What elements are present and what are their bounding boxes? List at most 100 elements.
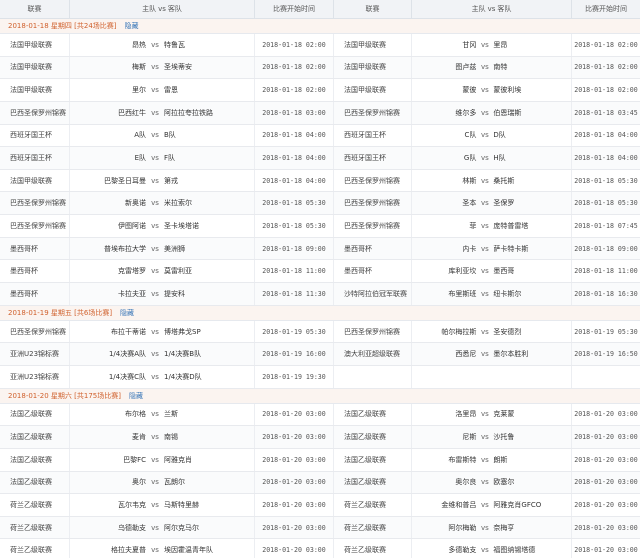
league-cell[interactable]: 法国乙级联赛 bbox=[0, 448, 70, 471]
home-team-2[interactable]: 布里斯班 bbox=[412, 289, 476, 299]
home-team[interactable]: 麦肯 bbox=[78, 432, 146, 442]
home-team[interactable]: 克雷塔罗 bbox=[78, 266, 146, 276]
match-cell[interactable]: 梅斯 vs 圣埃蒂安 bbox=[70, 56, 255, 79]
away-team-2[interactable]: 奈梅亨 bbox=[493, 523, 571, 533]
league-name-2[interactable]: 法国甲级联赛 bbox=[344, 40, 386, 50]
league-cell-2[interactable]: 巴西圣保罗州锦赛 bbox=[334, 320, 412, 343]
home-team-2[interactable]: 阿尔梅勒 bbox=[412, 523, 476, 533]
league-name[interactable]: 巴西圣保罗州锦赛 bbox=[10, 221, 66, 231]
match-cell[interactable]: 布拉干蒂诺 vs 博塔弗戈SP bbox=[70, 320, 255, 343]
away-team-2[interactable]: 圣保罗 bbox=[493, 198, 571, 208]
home-team-2[interactable]: 内卡 bbox=[412, 244, 476, 254]
away-team[interactable]: 埃因霍温青年队 bbox=[164, 545, 246, 555]
away-team[interactable]: 南锡 bbox=[164, 432, 246, 442]
hide-day-link[interactable]: 隐藏 bbox=[120, 308, 134, 318]
away-team-2[interactable]: 纽卡斯尔 bbox=[493, 289, 571, 299]
home-team[interactable]: 卡拉夫亚 bbox=[78, 289, 146, 299]
away-team[interactable]: 莫雷利亚 bbox=[164, 266, 246, 276]
away-team[interactable]: F队 bbox=[164, 153, 246, 163]
league-name[interactable]: 亚洲U23锦标赛 bbox=[10, 349, 59, 359]
league-name-2[interactable]: 荷兰乙级联赛 bbox=[344, 523, 386, 533]
away-team-2[interactable]: 墨尔本胜利 bbox=[493, 349, 571, 359]
away-team[interactable]: 提安科 bbox=[164, 289, 246, 299]
league-name-2[interactable]: 沙特阿拉伯冠军联赛 bbox=[344, 289, 407, 299]
away-team-2[interactable]: 蒙彼利埃 bbox=[493, 85, 571, 95]
league-name-2[interactable]: 法国乙级联赛 bbox=[344, 455, 386, 465]
home-team[interactable]: 瓦尔韦克 bbox=[78, 500, 146, 510]
match-cell-2[interactable]: 尼斯 vs 沙托鲁 bbox=[412, 426, 572, 448]
match-cell[interactable]: 伊图阿诺 vs 圣卡埃塔诺 bbox=[70, 215, 255, 237]
league-name[interactable]: 巴西圣保罗州锦赛 bbox=[10, 108, 66, 118]
league-name[interactable]: 法国甲级联赛 bbox=[10, 62, 52, 72]
home-team-2[interactable]: 维尔多 bbox=[412, 108, 476, 118]
home-team-2[interactable]: 图卢兹 bbox=[412, 62, 476, 72]
league-cell-2[interactable]: 巴西圣保罗州锦赛 bbox=[334, 215, 412, 237]
league-cell[interactable]: 亚洲U23锦标赛 bbox=[0, 365, 70, 388]
league-cell-2[interactable]: 西班牙国王杯 bbox=[334, 124, 412, 147]
league-name-2[interactable]: 巴西圣保罗州锦赛 bbox=[344, 221, 400, 231]
match-cell[interactable]: E队 vs F队 bbox=[70, 147, 255, 169]
away-team[interactable]: 瓦朗尔 bbox=[164, 477, 246, 487]
home-team[interactable]: 乌德勒支 bbox=[78, 523, 146, 533]
away-team[interactable]: B队 bbox=[164, 130, 246, 140]
away-team[interactable]: 第戎 bbox=[164, 176, 246, 186]
home-team-2[interactable]: 洛里昂 bbox=[412, 409, 476, 419]
away-team-2[interactable]: 墨西哥 bbox=[493, 266, 571, 276]
league-name-2[interactable]: 西班牙国王杯 bbox=[344, 153, 386, 163]
away-team[interactable]: 马斯特里赫 bbox=[164, 500, 246, 510]
match-cell-2[interactable]: 奥尔良 vs 欧塞尔 bbox=[412, 471, 572, 494]
match-cell[interactable]: 瓦尔韦克 vs 马斯特里赫 bbox=[70, 494, 255, 516]
league-cell[interactable]: 法国甲级联赛 bbox=[0, 56, 70, 79]
home-team-2[interactable]: 奥尔良 bbox=[412, 477, 476, 487]
league-cell[interactable]: 墨西哥杯 bbox=[0, 260, 70, 283]
league-cell-2[interactable]: 巴西圣保罗州锦赛 bbox=[334, 169, 412, 192]
match-cell-2[interactable] bbox=[412, 365, 572, 388]
match-cell-2[interactable]: 阿尔梅勒 vs 奈梅亨 bbox=[412, 516, 572, 539]
home-team-2[interactable]: 林斯 bbox=[412, 176, 476, 186]
match-cell[interactable]: 里尔 vs 雷恩 bbox=[70, 79, 255, 101]
home-team[interactable]: 梅斯 bbox=[78, 62, 146, 72]
league-cell[interactable]: 荷兰乙级联赛 bbox=[0, 494, 70, 516]
home-team[interactable]: 1/4决赛A队 bbox=[78, 349, 146, 359]
league-name-2[interactable]: 墨西哥杯 bbox=[344, 266, 372, 276]
match-cell[interactable]: 新奥诺 vs 米拉索尔 bbox=[70, 192, 255, 215]
away-team[interactable]: 博塔弗戈SP bbox=[164, 327, 246, 337]
league-name[interactable]: 荷兰乙级联赛 bbox=[10, 500, 52, 510]
home-team-2[interactable]: 布雷斯特 bbox=[412, 455, 476, 465]
match-cell-2[interactable]: G队 vs H队 bbox=[412, 147, 572, 169]
league-name-2[interactable]: 法国乙级联赛 bbox=[344, 432, 386, 442]
league-name-2[interactable]: 法国乙级联赛 bbox=[344, 409, 386, 419]
league-name[interactable]: 荷兰乙级联赛 bbox=[10, 523, 52, 533]
league-name[interactable]: 法国乙级联赛 bbox=[10, 455, 52, 465]
away-team-2[interactable]: 朗斯 bbox=[493, 455, 571, 465]
away-team[interactable]: 1/4决赛B队 bbox=[164, 349, 246, 359]
match-cell[interactable]: 乌德勒支 vs 阿尔克马尔 bbox=[70, 516, 255, 539]
home-team-2[interactable]: G队 bbox=[412, 153, 476, 163]
away-team[interactable]: 阿雅克肖 bbox=[164, 455, 246, 465]
home-team-2[interactable]: 菲 bbox=[412, 221, 476, 231]
league-name-2[interactable]: 巴西圣保罗州锦赛 bbox=[344, 327, 400, 337]
league-cell[interactable]: 巴西圣保罗州锦赛 bbox=[0, 215, 70, 237]
home-team[interactable]: 1/4决赛C队 bbox=[78, 372, 146, 382]
league-cell-2[interactable]: 墨西哥杯 bbox=[334, 237, 412, 260]
away-team[interactable]: 特鲁瓦 bbox=[164, 40, 246, 50]
home-team[interactable]: 巴黎圣日耳曼 bbox=[78, 176, 146, 186]
league-name[interactable]: 墨西哥杯 bbox=[10, 266, 38, 276]
league-cell-2[interactable] bbox=[334, 365, 412, 388]
away-team-2[interactable]: 沙托鲁 bbox=[493, 432, 571, 442]
league-name[interactable]: 西班牙国王杯 bbox=[10, 130, 52, 140]
league-cell[interactable]: 荷兰乙级联赛 bbox=[0, 516, 70, 539]
league-name-2[interactable]: 西班牙国王杯 bbox=[344, 130, 386, 140]
home-team[interactable]: 奥尔 bbox=[78, 477, 146, 487]
match-cell[interactable]: 普埃布拉大学 vs 美洲狮 bbox=[70, 237, 255, 260]
league-name[interactable]: 荷兰乙级联赛 bbox=[10, 545, 52, 555]
match-cell-2[interactable]: 库利亚坎 vs 墨西哥 bbox=[412, 260, 572, 283]
home-team-2[interactable]: C队 bbox=[412, 130, 476, 140]
match-cell[interactable]: A队 vs B队 bbox=[70, 124, 255, 147]
league-cell-2[interactable]: 荷兰乙级联赛 bbox=[334, 516, 412, 539]
match-cell-2[interactable]: 维尔多 vs 伯恩瑞斯 bbox=[412, 101, 572, 124]
league-cell-2[interactable]: 巴西圣保罗州锦赛 bbox=[334, 192, 412, 215]
league-name[interactable]: 巴西圣保罗州锦赛 bbox=[10, 327, 66, 337]
match-cell[interactable]: 卡拉夫亚 vs 提安科 bbox=[70, 283, 255, 305]
home-team-2[interactable]: 西悉尼 bbox=[412, 349, 476, 359]
